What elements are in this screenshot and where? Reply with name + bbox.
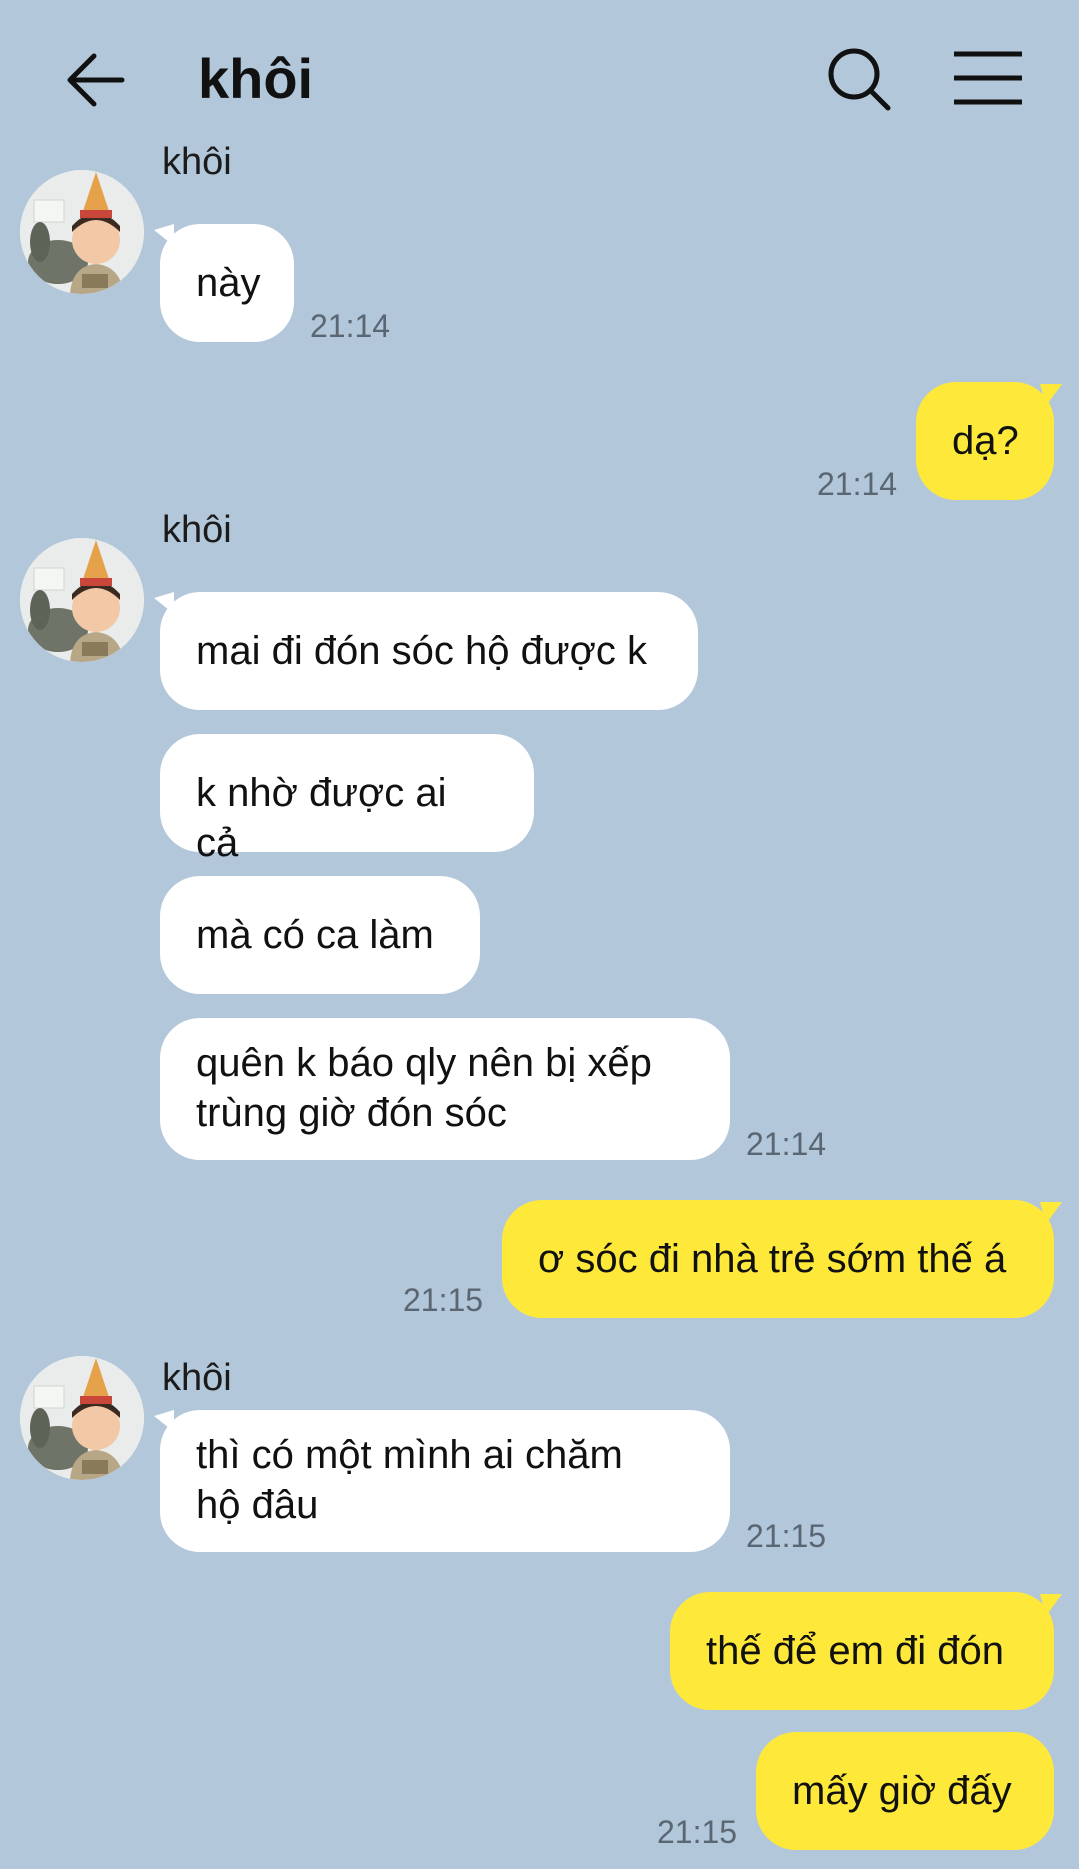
message-bubble-incoming[interactable]: này bbox=[160, 224, 294, 342]
message-timestamp: 21:15 bbox=[403, 1282, 484, 1318]
message-bubble-outgoing[interactable]: dạ? bbox=[916, 382, 1054, 500]
message-timestamp: 21:14 bbox=[817, 466, 898, 502]
contact-avatar[interactable] bbox=[20, 1356, 144, 1480]
sender-name: khôi bbox=[162, 1357, 232, 1399]
message-timestamp: 21:14 bbox=[310, 308, 391, 344]
message-bubble-outgoing[interactable]: ơ sóc đi nhà trẻ sớm thế á bbox=[502, 1200, 1054, 1318]
message-list[interactable]: khôi này 21:14 dạ? 21:14 khôi mai đi đón… bbox=[0, 0, 1079, 1869]
message-bubble-incoming[interactable]: thì có một mình ai chăm hộ đâu bbox=[160, 1410, 730, 1552]
message-timestamp: 21:15 bbox=[746, 1518, 827, 1554]
sender-name: khôi bbox=[162, 509, 232, 551]
message-bubble-incoming[interactable]: mà có ca làm bbox=[160, 876, 480, 994]
message-bubble-incoming[interactable]: mai đi đón sóc hộ được k bbox=[160, 592, 698, 710]
message-bubble-outgoing[interactable]: thế để em đi đón bbox=[670, 1592, 1054, 1710]
contact-avatar[interactable] bbox=[20, 538, 144, 662]
message-timestamp: 21:14 bbox=[746, 1126, 827, 1162]
sender-name: khôi bbox=[162, 141, 232, 183]
message-bubble-outgoing[interactable]: mấy giờ đấy bbox=[756, 1732, 1054, 1850]
contact-avatar[interactable] bbox=[20, 170, 144, 294]
message-bubble-incoming[interactable]: k nhờ được ai cả bbox=[160, 734, 534, 865]
message-timestamp: 21:15 bbox=[657, 1814, 738, 1850]
message-bubble-incoming[interactable]: quên k báo qly nên bị xếp trùng giờ đón … bbox=[160, 1018, 730, 1160]
